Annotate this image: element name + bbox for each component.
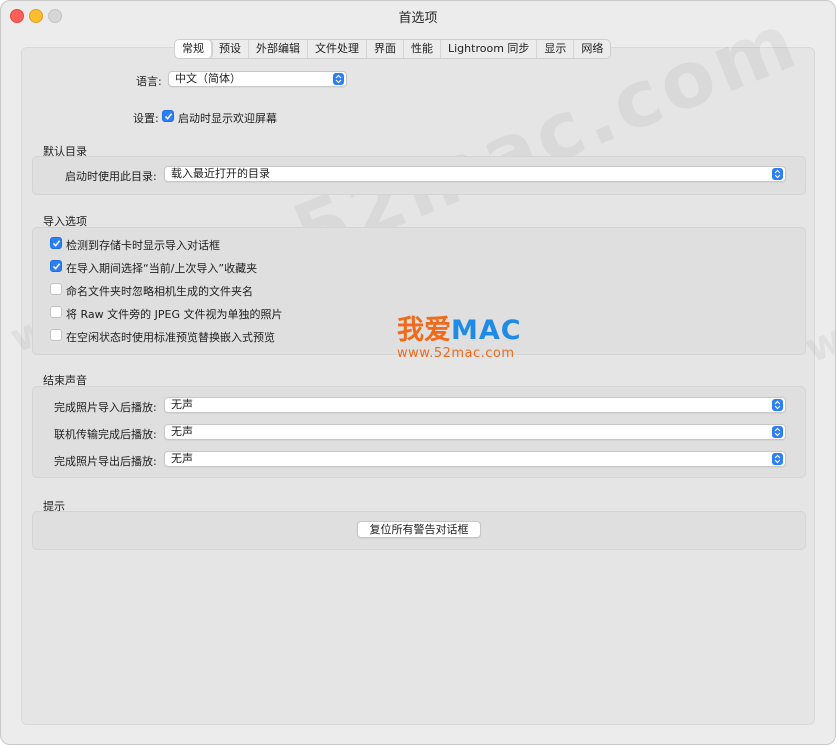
select-current-import-label: 在导入期间选择“当前/上次导入”收藏夹: [66, 262, 258, 275]
reset-warning-dialogs-button[interactable]: 复位所有警告对话框: [357, 521, 481, 538]
export-complete-sound-label: 完成照片导出后播放:: [54, 455, 157, 468]
chevron-updown-icon: [772, 453, 783, 465]
ignore-camera-folder-names-checkbox[interactable]: [50, 283, 62, 295]
import-complete-sound-label: 完成照片导入后播放:: [54, 401, 157, 414]
treat-jpeg-separately-checkbox[interactable]: [50, 306, 62, 318]
show-splash-checkbox[interactable]: [162, 110, 174, 122]
tab-performance[interactable]: 性能: [404, 40, 441, 58]
ignore-camera-folder-names-label: 命名文件夹时忽略相机生成的文件夹名: [66, 285, 253, 298]
import-complete-sound-select[interactable]: 无声: [164, 397, 786, 413]
show-splash-label: 启动时显示欢迎屏幕: [178, 112, 277, 125]
startup-catalog-value: 载入最近打开的目录: [171, 167, 270, 180]
language-select[interactable]: 中文（简体）: [168, 71, 347, 87]
import-dialog-on-card-checkbox[interactable]: [50, 237, 62, 249]
language-label: 语言:: [136, 75, 162, 88]
tether-complete-sound-select[interactable]: 无声: [164, 424, 786, 440]
export-complete-sound-select[interactable]: 无声: [164, 451, 786, 467]
chevron-updown-icon: [772, 426, 783, 438]
preferences-tabs: 常规 预设 外部编辑 文件处理 界面 性能 Lightroom 同步 显示 网络: [174, 39, 612, 59]
tab-display[interactable]: 显示: [537, 40, 575, 58]
tab-external-editing[interactable]: 外部编辑: [249, 40, 308, 58]
tether-complete-sound-value: 无声: [171, 425, 193, 438]
tab-file-handling[interactable]: 文件处理: [308, 40, 367, 58]
import-dialog-on-card-label: 检测到存储卡时显示导入对话框: [66, 239, 220, 252]
tab-presets[interactable]: 预设: [212, 40, 249, 58]
settings-label: 设置:: [133, 112, 159, 125]
tether-complete-sound-label: 联机传输完成后播放:: [54, 428, 157, 441]
tab-interface[interactable]: 界面: [367, 40, 404, 58]
title-bar: 首选项: [1, 1, 835, 29]
chevron-updown-icon: [333, 73, 344, 85]
logo-url: www.52mac.com: [397, 346, 515, 361]
chevron-updown-icon: [772, 168, 783, 180]
tab-lightroom-sync[interactable]: Lightroom 同步: [441, 40, 538, 58]
treat-jpeg-separately-label: 将 Raw 文件旁的 JPEG 文件视为单独的照片: [66, 308, 283, 321]
language-select-value: 中文（简体）: [175, 72, 241, 85]
replace-embedded-previews-checkbox[interactable]: [50, 329, 62, 341]
tab-network[interactable]: 网络: [574, 40, 610, 58]
startup-catalog-label: 启动时使用此目录:: [65, 170, 157, 183]
replace-embedded-previews-label: 在空闲状态时使用标准预览替换嵌入式预览: [66, 331, 275, 344]
export-complete-sound-value: 无声: [171, 452, 193, 465]
startup-catalog-select[interactable]: 载入最近打开的目录: [164, 166, 786, 182]
52mac-logo: 我爱MAC www.52mac.com: [397, 315, 522, 362]
logo-en-text: MAC: [451, 315, 522, 346]
select-current-import-checkbox[interactable]: [50, 260, 62, 272]
chevron-updown-icon: [772, 399, 783, 411]
import-complete-sound-value: 无声: [171, 398, 193, 411]
window-title: 首选项: [398, 11, 438, 26]
preferences-window: 首选项 常规 预设 外部编辑 文件处理 界面 性能 Lightroom 同步 显…: [0, 0, 836, 745]
tab-general[interactable]: 常规: [175, 40, 212, 58]
logo-cn-text: 我爱: [397, 315, 451, 346]
